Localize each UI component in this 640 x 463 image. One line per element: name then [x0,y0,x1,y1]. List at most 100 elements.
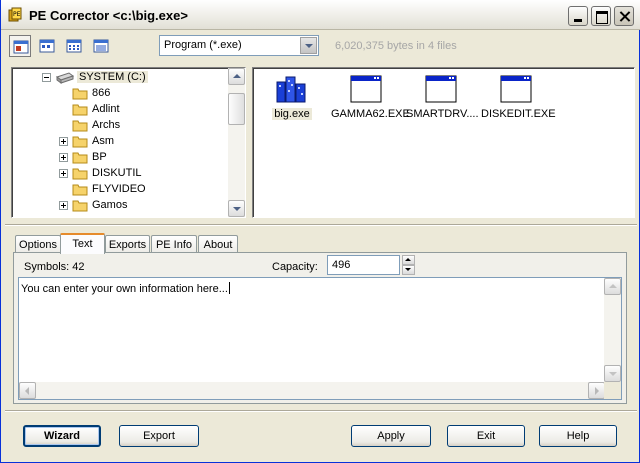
svg-text:PE: PE [13,11,21,18]
scroll-down-button[interactable] [228,200,245,217]
file-filter-combo[interactable]: Program (*.exe) [159,35,319,56]
file-label: SMARTDRV.... [406,108,479,120]
tree-item-adlint[interactable]: Adlint [58,102,208,118]
folder-icon [72,168,88,180]
maximize-button[interactable] [591,6,611,26]
close-button[interactable] [614,6,634,26]
text-memo[interactable]: You can enter your own information here.… [18,277,622,400]
tree-item-diskutil[interactable]: DISKUTIL [58,166,208,182]
file-label: DISKEDIT.EXE [481,108,556,120]
export-button[interactable]: Export [119,425,199,447]
tree-item-gamos[interactable]: Gamos [58,198,208,214]
folder-icon [72,104,88,116]
tree-item-label: Adlint [92,103,120,115]
small-icons-view-button[interactable] [36,35,58,57]
list-view-button[interactable] [63,35,85,57]
file-info-text: 6,020,375 bytes in 4 files [335,40,457,52]
app-icon: PE [8,7,22,22]
file-label: big.exe [272,108,312,120]
scroll-up-button[interactable] [604,278,621,295]
tree-item-label: Gamos [92,199,128,211]
tree-item-bp[interactable]: BP [58,150,208,166]
tab-pe-info[interactable]: PE Info [151,235,197,253]
window-title: PE Corrector <c:\big.exe> [29,8,188,23]
splitter[interactable] [5,224,637,226]
file-item-gamma62[interactable]: GAMMA62.EXE [331,72,410,132]
file-label: GAMMA62.EXE [331,108,410,120]
blue-buildings-icon [276,76,306,103]
small-icons-icon [39,39,55,53]
tree-item-866[interactable]: 866 [58,86,208,102]
tree-item-archs[interactable]: Archs [58,118,208,134]
tree-root-label: SYSTEM (C:) [77,71,148,83]
folder-icon [72,152,88,164]
application-window-icon [350,75,382,103]
tab-text[interactable]: Text [60,233,105,254]
memo-content: You can enter your own information here.… [21,282,230,295]
file-list[interactable]: big.exe GAMMA62.EXE SMARTDRV.... DISKEDI… [252,67,635,218]
tree-scrollbar[interactable] [228,68,245,217]
folder-icon [72,88,88,100]
capacity-input[interactable]: 496 [327,255,400,275]
size-grip [604,382,621,399]
scroll-right-button[interactable] [588,382,605,399]
scroll-thumb[interactable] [228,93,245,125]
text-caret [228,282,230,294]
large-icons-icon [13,40,29,54]
tab-about[interactable]: About [198,235,238,253]
tree-item-flyvideo[interactable]: FLYVIDEO [58,182,208,198]
folder-icon [72,200,88,212]
capacity-label: Capacity: [272,261,318,273]
text-tab-page: Symbols: 42 Capacity: 496 You can enter … [13,252,627,404]
list-icon [66,39,82,53]
apply-button[interactable]: Apply [351,425,431,447]
minimize-button[interactable] [568,6,588,26]
memo-text: You can enter your own information here.… [21,283,228,295]
details-view-button[interactable] [90,35,112,57]
expand-icon[interactable] [59,137,68,146]
folder-icon [72,120,88,132]
expand-icon[interactable] [59,169,68,178]
tree-item-label: FLYVIDEO [92,183,146,195]
capacity-decrement-button[interactable] [402,265,415,275]
scroll-up-button[interactable] [228,68,245,85]
file-filter-value: Program (*.exe) [164,39,242,51]
toolbar [1,31,640,61]
tree-item-label: DISKUTIL [92,167,142,179]
expand-icon[interactable] [59,201,68,210]
folder-icon [72,136,88,148]
hard-drive-icon [56,72,74,84]
chevron-down-icon[interactable] [300,37,317,54]
help-button[interactable]: Help [539,425,617,447]
application-window-icon [500,75,532,103]
capacity-increment-button[interactable] [402,255,415,265]
expand-icon[interactable] [59,153,68,162]
scroll-left-button[interactable] [19,382,36,399]
large-icons-view-button[interactable] [9,35,31,57]
main-window: PE PE Corrector <c:\big.exe> Program (*.… [0,0,640,463]
file-item-smartdrv[interactable]: SMARTDRV.... [406,72,479,132]
collapse-icon[interactable] [42,73,51,82]
tree-root[interactable]: SYSTEM (C:) [40,70,230,86]
scroll-down-button[interactable] [604,365,621,382]
tree-item-label: BP [92,151,107,163]
memo-horizontal-scrollbar[interactable] [19,382,605,399]
file-item-big-exe[interactable]: big.exe [256,72,326,132]
tab-options[interactable]: Options [15,235,61,253]
folder-icon [72,184,88,196]
folder-tree[interactable]: SYSTEM (C:) 866 Adlint Archs Asm BP DISK [11,67,246,218]
memo-vertical-scrollbar[interactable] [604,278,621,382]
details-icon [93,39,109,53]
bottom-separator [5,410,637,412]
wizard-button[interactable]: Wizard [23,425,101,447]
tab-exports[interactable]: Exports [105,235,150,253]
exit-button[interactable]: Exit [447,425,525,447]
file-item-diskedit[interactable]: DISKEDIT.EXE [481,72,556,132]
tree-item-label: 866 [92,87,111,99]
application-window-icon [425,75,457,103]
symbols-count: Symbols: 42 [24,261,85,273]
tree-item-label: Archs [92,119,121,131]
tree-item-label: Asm [92,135,114,147]
tree-item-asm[interactable]: Asm [58,134,208,150]
title-bar[interactable]: PE PE Corrector <c:\big.exe> [1,0,640,30]
